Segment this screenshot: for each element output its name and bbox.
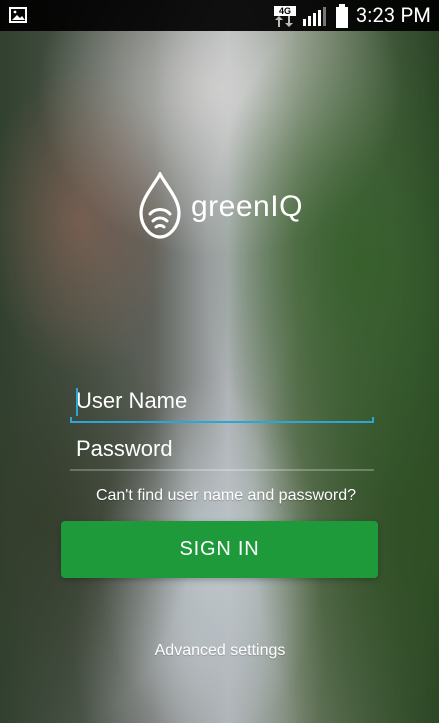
username-input[interactable] — [70, 381, 374, 421]
forgot-credentials-link[interactable]: Can't find user name and password? — [86, 487, 366, 505]
status-bar: 4G 3:23 PM — [0, 0, 439, 31]
data-arrows-icon — [274, 15, 293, 27]
advanced-settings-link[interactable]: Advanced settings — [140, 642, 300, 660]
text-cursor — [76, 388, 78, 416]
underline-tick-left — [70, 417, 72, 423]
battery-icon — [335, 3, 348, 28]
password-input[interactable] — [70, 429, 374, 469]
sign-in-button[interactable]: SIGN IN — [61, 521, 378, 578]
signal-strength-icon — [302, 6, 326, 26]
network-4g-icon: 4G — [273, 4, 296, 28]
username-field-container — [70, 381, 374, 425]
greeniq-logo: greenIQ — [135, 170, 310, 242]
background-photo — [0, 0, 439, 723]
password-field-container — [70, 429, 374, 473]
underline-tick-right — [372, 417, 374, 423]
network-4g-label: 4G — [273, 5, 296, 16]
login-form — [70, 381, 374, 477]
status-icons: 4G 3:23 PM — [273, 0, 431, 31]
username-underline — [70, 417, 374, 423]
password-underline — [70, 469, 374, 471]
drop-logo-icon — [139, 170, 181, 239]
gallery-notification-icon — [9, 7, 27, 23]
status-time: 3:23 PM — [355, 3, 431, 27]
logo-text: greenIQ — [191, 190, 303, 223]
